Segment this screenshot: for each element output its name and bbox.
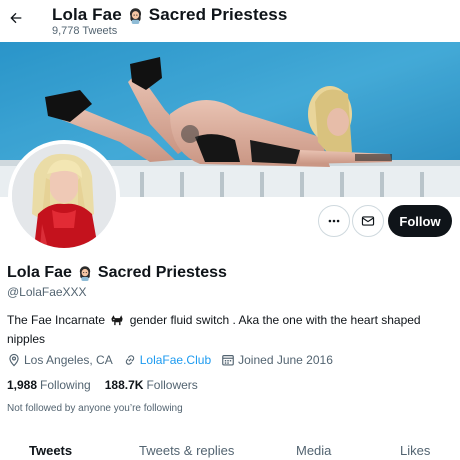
- tab-likes[interactable]: Likes: [400, 443, 430, 458]
- website-item: LolaFae.Club: [123, 353, 211, 367]
- joined-text: Joined June 2016: [238, 353, 333, 367]
- following-count: 1,988: [7, 378, 38, 392]
- back-button[interactable]: [4, 6, 28, 30]
- header-title-name: Lola Fae: [52, 5, 122, 24]
- header-title: Lola Fae Sacred Priestess: [52, 5, 287, 25]
- dog-emoji-icon: [110, 313, 124, 331]
- message-button[interactable]: [352, 205, 384, 237]
- profile-tabs: Tweets Tweets & replies Media Likes: [0, 432, 460, 460]
- display-name: Lola Fae Sacred Priestess: [7, 264, 227, 282]
- website-link[interactable]: LolaFae.Club: [140, 353, 211, 367]
- fairy-emoji-icon: [127, 7, 144, 24]
- follow-stats: 1,988 Following 188.7K Followers: [7, 378, 212, 392]
- location-item: Los Angeles, CA: [7, 353, 113, 367]
- followers-label: Followers: [146, 378, 198, 392]
- avatar[interactable]: [8, 140, 120, 252]
- tweet-count: 9,778 Tweets: [52, 25, 118, 37]
- bio-text-1: The Fae Incarnate: [7, 313, 106, 327]
- profile-meta: Los Angeles, CA LolaFae.Club Joined June…: [7, 351, 343, 369]
- avatar-image: [12, 144, 116, 248]
- location-pin-icon: [9, 353, 19, 367]
- location-text: Los Angeles, CA: [24, 353, 113, 367]
- joined-item: Joined June 2016: [221, 353, 333, 367]
- profile-page: Lola Fae Sacred Priestess 9,778 Tweets F…: [0, 0, 460, 460]
- following-stat[interactable]: 1,988 Following: [7, 378, 91, 392]
- more-dots-icon: [328, 219, 340, 223]
- tab-tweets-replies[interactable]: Tweets & replies: [139, 443, 234, 458]
- profile-bio: The Fae Incarnate gender fluid switch . …: [7, 312, 447, 348]
- tab-tweets[interactable]: Tweets: [29, 443, 72, 458]
- link-icon: [125, 355, 134, 365]
- user-handle: @LolaFaeXXX: [7, 285, 87, 299]
- more-button[interactable]: [318, 205, 350, 237]
- tab-media[interactable]: Media: [296, 443, 331, 458]
- display-name-text: Lola Fae: [7, 264, 72, 281]
- followers-count: 188.7K: [104, 378, 144, 392]
- followers-stat[interactable]: 188.7K Followers: [105, 378, 198, 392]
- display-name-suffix: Sacred Priestess: [97, 264, 227, 281]
- envelope-icon: [361, 216, 375, 226]
- header-title-suffix: Sacred Priestess: [148, 5, 288, 24]
- following-label: Following: [40, 378, 91, 392]
- fairy-emoji-icon: [77, 265, 93, 281]
- back-arrow-icon: [10, 12, 22, 24]
- followed-by-note: Not followed by anyone you’re following: [7, 403, 183, 414]
- calendar-icon: [222, 355, 234, 366]
- profile-header: Lola Fae Sacred Priestess 9,778 Tweets: [0, 0, 460, 42]
- follow-button[interactable]: Follow: [388, 205, 452, 237]
